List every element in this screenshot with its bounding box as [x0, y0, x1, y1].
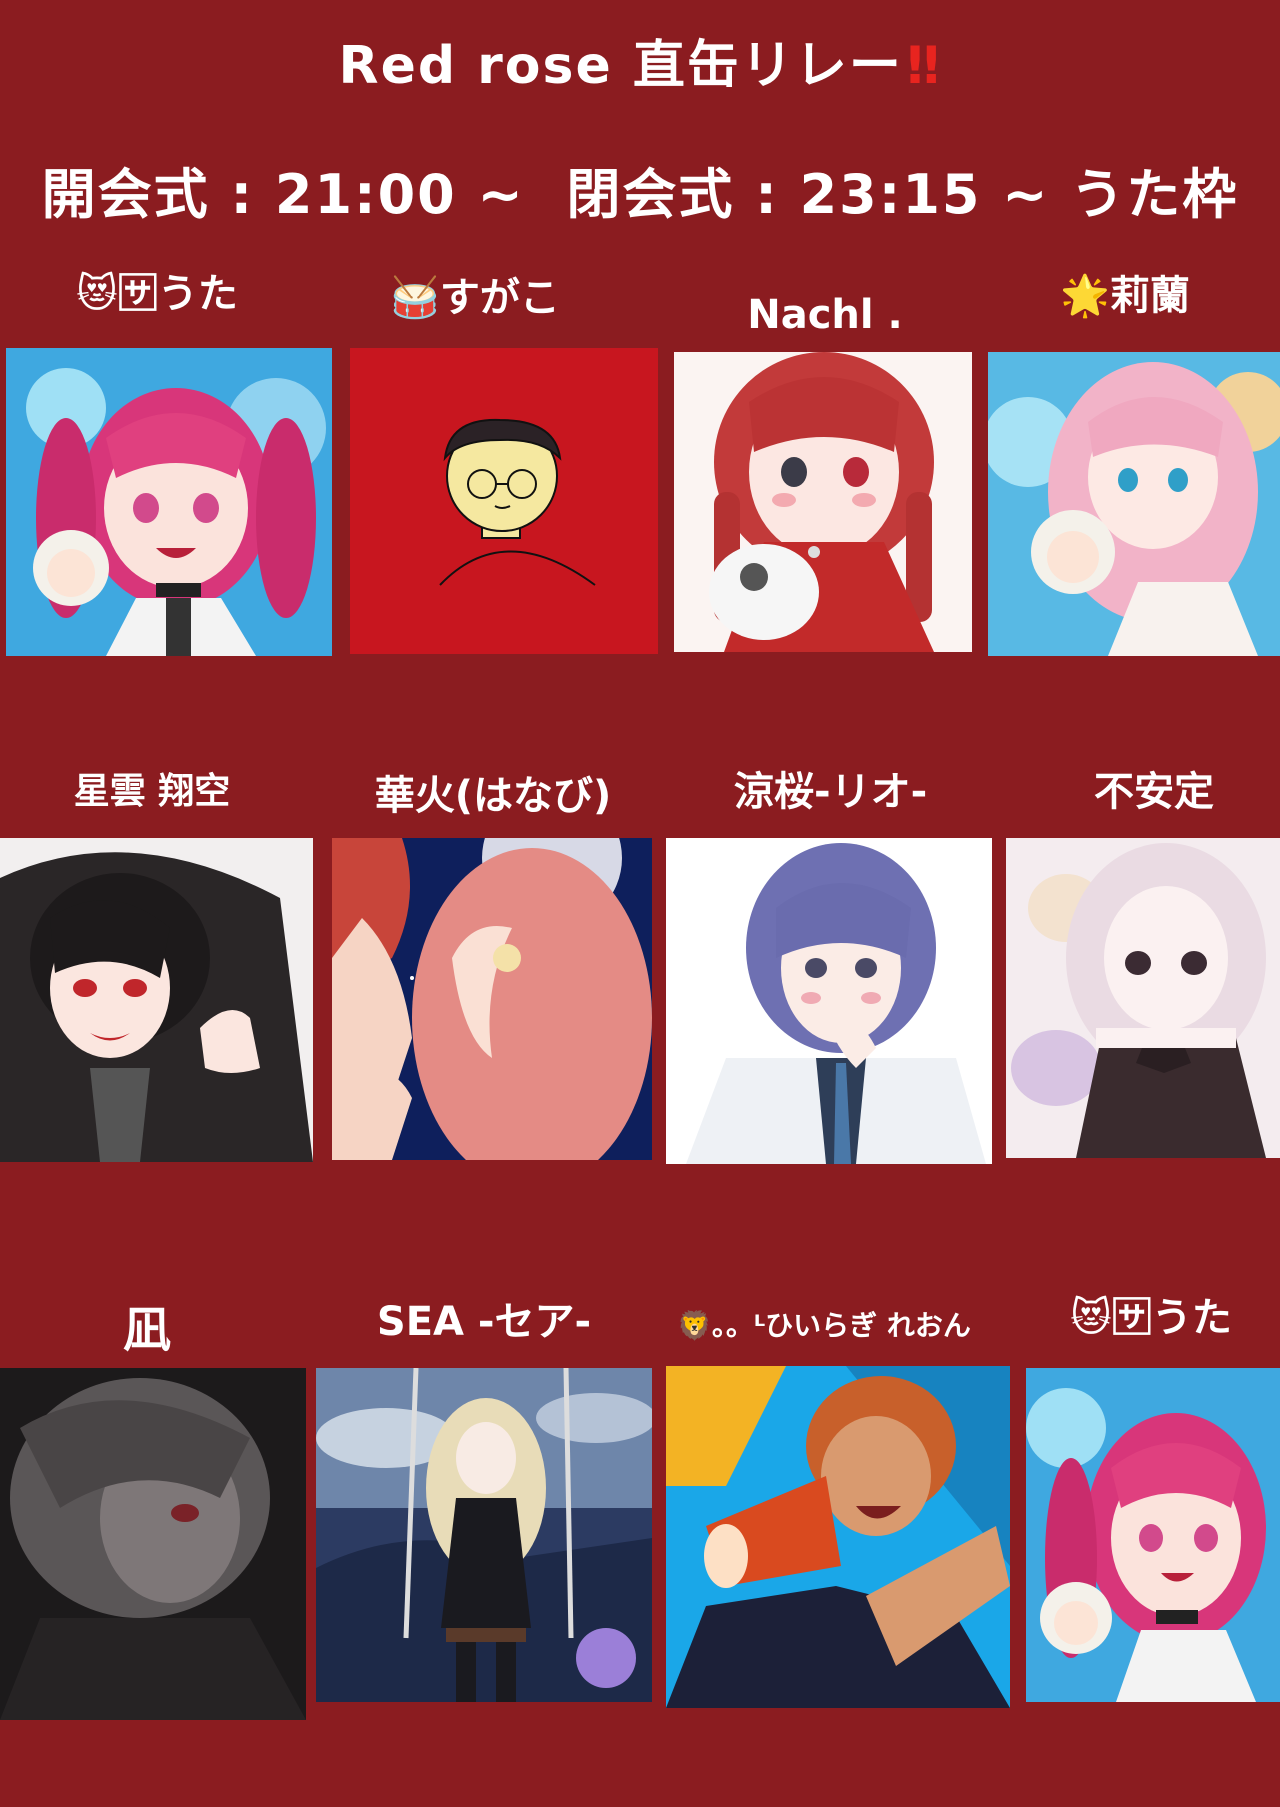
- performer-name: 星雲 翔空: [73, 771, 231, 812]
- performer-avatar: [350, 348, 658, 654]
- performer-avatar: [332, 838, 652, 1160]
- white-hair-girl-icon: [1006, 838, 1280, 1158]
- performer-avatar: [316, 1368, 652, 1702]
- performer-name: 😻🈂うた: [76, 271, 238, 317]
- performer-name: 凪: [122, 1302, 171, 1358]
- performer-name: Nachl .: [747, 292, 903, 338]
- performer-avatar: [0, 838, 313, 1162]
- exclamation-icon: ‼: [906, 36, 942, 96]
- grey-monochrome-boy-icon: [0, 1368, 306, 1720]
- performer-avatar: [0, 1368, 306, 1720]
- black-hoodie-boy-icon: [0, 838, 313, 1162]
- performer-avatar: [674, 352, 972, 652]
- performer-avatar: [1006, 838, 1280, 1158]
- purple-hair-boy-icon: [666, 838, 992, 1164]
- performer-name: 🥁すがこ: [390, 275, 560, 321]
- glasses-boy-icon: [350, 348, 658, 654]
- swing-girl-night-sky-icon: [316, 1368, 652, 1702]
- performer-avatar: [988, 352, 1280, 656]
- page-title: Red rose 直缶リレー‼: [0, 40, 1280, 92]
- performer-name: SEA -セア-: [376, 1299, 592, 1345]
- pink-twintail-girl-icon: [1026, 1368, 1280, 1702]
- performer-name: 華火(はなび): [374, 773, 612, 819]
- megaphone-boy-icon: [666, 1366, 1010, 1708]
- moonlit-couple-icon: [332, 838, 652, 1160]
- performer-avatar: [666, 838, 992, 1164]
- performer-name: 涼桜-リオ-: [734, 769, 928, 815]
- performer-name: 不安定: [1094, 769, 1214, 815]
- pink-hair-girl-icon: [988, 352, 1280, 656]
- performer-name: 😻🈂うた: [1070, 1295, 1232, 1341]
- performer-name: 🌟莉蘭: [1060, 273, 1190, 319]
- title-text: Red rose 直缶リレー: [338, 36, 903, 96]
- performer-avatar: [6, 348, 332, 656]
- performer-name: 🦁。。ᴸひいらぎ れおん: [677, 1309, 971, 1342]
- schedule-text: 開会式 : 21:00 ~ 閉会式 : 23:15 ~ うた枠: [41, 163, 1239, 226]
- performer-avatar: [1026, 1368, 1280, 1702]
- performer-avatar: [666, 1366, 1010, 1708]
- pink-twintail-girl-icon: [6, 348, 332, 656]
- red-braid-girl-icon: [674, 352, 972, 652]
